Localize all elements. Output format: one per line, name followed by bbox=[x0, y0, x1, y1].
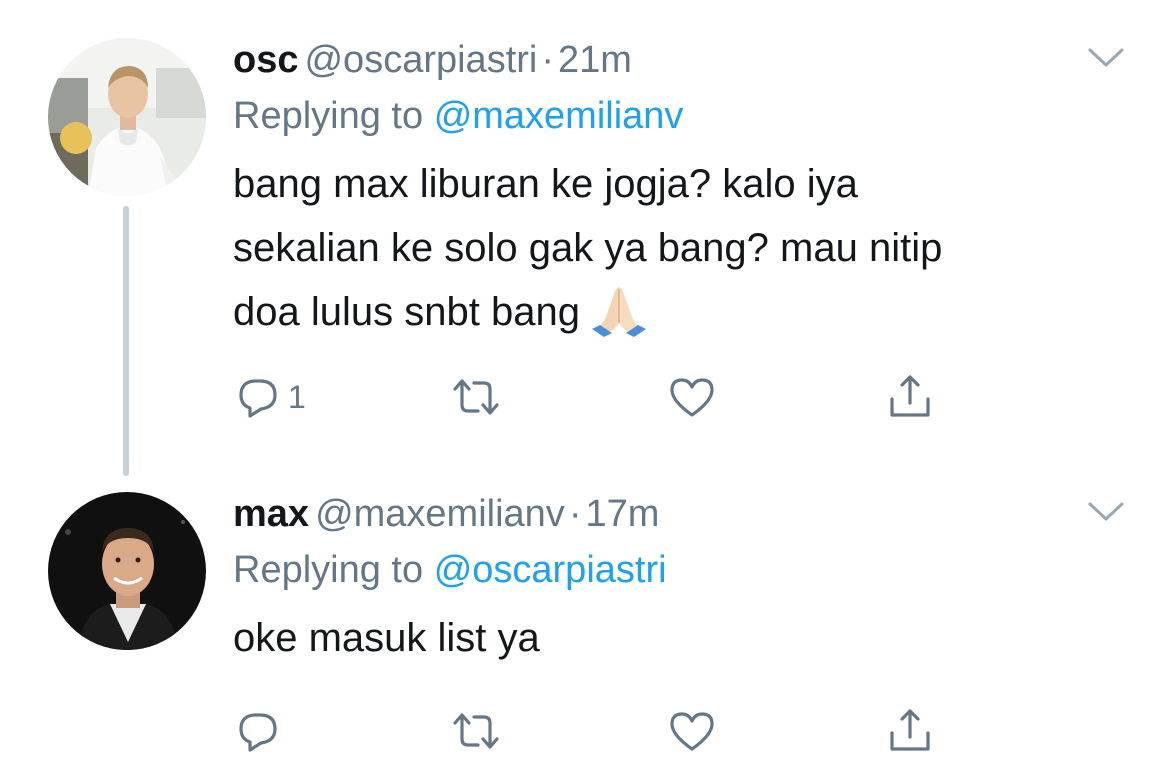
profile-photo-max bbox=[48, 492, 206, 650]
reply-button[interactable] bbox=[236, 706, 288, 756]
thread-connector-line bbox=[123, 206, 129, 476]
reply-icon bbox=[239, 713, 277, 752]
folded-hands-icon bbox=[591, 287, 646, 337]
separator-dot: · bbox=[541, 39, 555, 81]
user-handle[interactable]: @oscarpiastri bbox=[304, 39, 537, 81]
like-button[interactable] bbox=[668, 372, 716, 422]
retweet-button[interactable] bbox=[450, 372, 502, 422]
like-icon bbox=[670, 712, 714, 751]
avatar-osc[interactable] bbox=[48, 38, 206, 196]
replying-to-line: Replying to @maxemilianv bbox=[233, 92, 1093, 140]
tweet-text-line: bang max liburan ke jogja? kalo iya bbox=[233, 162, 858, 206]
avatar-max[interactable] bbox=[48, 492, 206, 650]
display-name[interactable]: osc bbox=[233, 39, 298, 81]
reply-button[interactable]: 1 bbox=[236, 372, 306, 422]
tweet-header: osc @oscarpiastri · 21m bbox=[233, 36, 1093, 84]
tweet-text: oke masuk list ya bbox=[233, 606, 1093, 670]
retweet-button[interactable] bbox=[450, 706, 502, 756]
like-icon bbox=[670, 378, 714, 417]
reply-icon bbox=[239, 379, 277, 418]
tweet-text-line: sekalian ke solo gak ya bang? mau nitip bbox=[233, 226, 943, 270]
tweet-thread: osc @oscarpiastri · 21m Replying to @maxemi… bbox=[0, 0, 1170, 770]
share-button[interactable] bbox=[886, 706, 934, 756]
tweet-osc: osc @oscarpiastri · 21m Replying to @maxemi… bbox=[233, 36, 1093, 344]
replying-to-label: Replying to bbox=[233, 95, 424, 137]
tweet-actions bbox=[236, 706, 956, 756]
tweet-actions: 1 bbox=[236, 372, 956, 422]
share-button[interactable] bbox=[886, 372, 934, 422]
replying-to-mention[interactable]: @maxemilianv bbox=[434, 95, 684, 137]
reply-count: 1 bbox=[288, 379, 306, 415]
tweet-header: max @maxemilianv · 17m bbox=[233, 490, 1093, 538]
tweet-text-line: oke masuk list ya bbox=[233, 616, 540, 660]
replying-to-label: Replying to bbox=[233, 549, 424, 591]
share-icon bbox=[890, 375, 930, 417]
separator-dot: · bbox=[568, 493, 582, 535]
replying-to-line: Replying to @oscarpiastri bbox=[233, 546, 1093, 594]
retweet-icon bbox=[453, 713, 499, 749]
tweet-text-line-content: doa lulus snbt bang bbox=[233, 290, 580, 334]
timestamp[interactable]: 21m bbox=[558, 39, 632, 81]
retweet-icon bbox=[453, 379, 499, 415]
tweet-text: bang max liburan ke jogja? kalo iya seka… bbox=[233, 152, 1093, 344]
replying-to-mention[interactable]: @oscarpiastri bbox=[434, 549, 667, 591]
timestamp[interactable]: 17m bbox=[585, 493, 659, 535]
user-handle[interactable]: @maxemilianv bbox=[315, 493, 565, 535]
tweet-max: max @maxemilianv · 17m Replying to @oscarpi… bbox=[233, 490, 1093, 670]
display-name[interactable]: max bbox=[233, 493, 309, 535]
tweet-text-line: doa lulus snbt bang bbox=[233, 280, 1093, 344]
like-button[interactable] bbox=[668, 706, 716, 756]
share-icon bbox=[890, 709, 930, 751]
profile-photo-osc bbox=[48, 38, 206, 196]
